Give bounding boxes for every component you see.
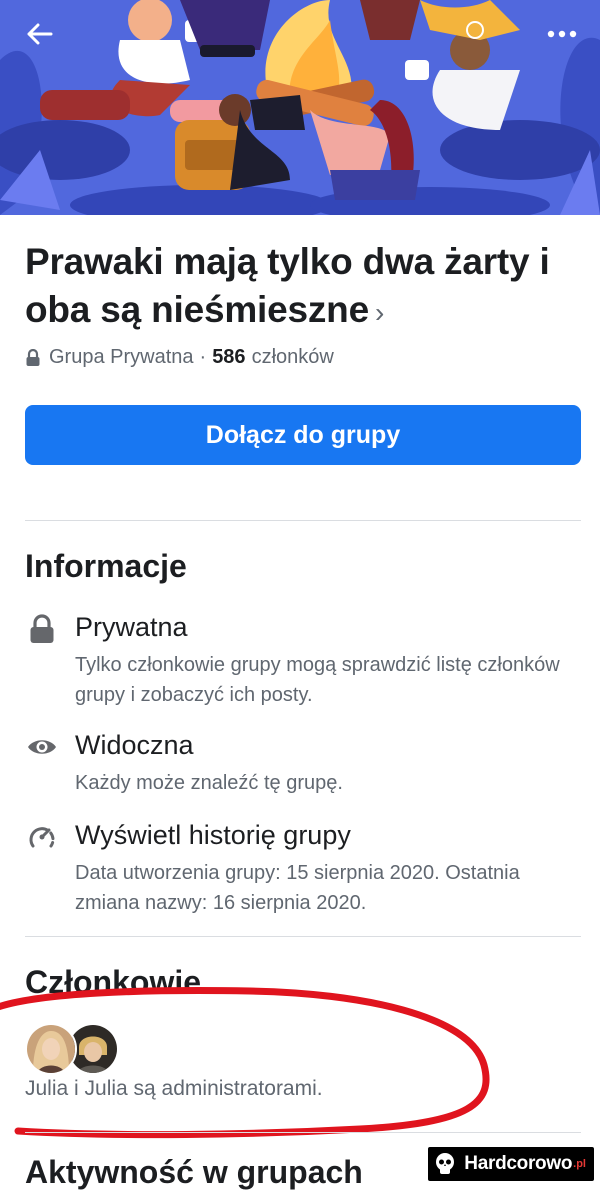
watermark-tld: .pl [573,1158,586,1170]
info-item-title: Widoczna [75,730,194,760]
group-meta: Grupa Prywatna · 586 członków [25,346,334,369]
history-icon [25,822,59,852]
info-item-description: Tylko członkowie grupy mogą sprawdzić li… [75,654,560,706]
privacy-label: Grupa Prywatna [49,346,194,368]
chevron-right-icon: › [374,297,385,328]
lock-icon [25,614,59,644]
eye-icon [25,732,59,762]
watermark-logo: Hardcorowo .pl [428,1147,594,1181]
divider [25,520,581,521]
about-heading: Informacje [25,548,187,584]
meta-separator: · [199,346,207,368]
group-activity-heading: Aktywność w grupach [25,1154,363,1190]
more-dots-icon [547,30,577,38]
more-options-button[interactable] [542,14,582,54]
info-item-description: Data utworzenia grupy: 15 sierpnia 2020.… [75,862,520,914]
campfire-illustration [0,0,600,215]
watermark-text: Hardcorowo [464,1153,573,1174]
info-item-title: Wyświetl historię grupy [75,820,351,850]
join-group-button[interactable]: Dołącz do grupy [25,405,581,465]
admin-avatars[interactable] [25,1023,125,1075]
info-item-title: Prywatna [75,612,188,642]
info-item-description: Każdy może znaleźć tę grupę. [75,772,343,794]
avatar[interactable] [25,1023,77,1075]
back-button[interactable] [20,14,60,54]
skull-icon [436,1153,455,1174]
divider [25,1132,581,1133]
divider [25,936,581,937]
group-cover-photo[interactable] [0,0,600,215]
member-count: 586 [212,346,246,368]
lock-icon [25,348,41,367]
member-count-label: członków [251,346,334,368]
group-name[interactable]: Prawaki mają tylko dwa żarty i oba są ni… [25,238,570,337]
back-arrow-icon [27,23,53,45]
group-name-text: Prawaki mają tylko dwa żarty i oba są ni… [25,241,550,330]
